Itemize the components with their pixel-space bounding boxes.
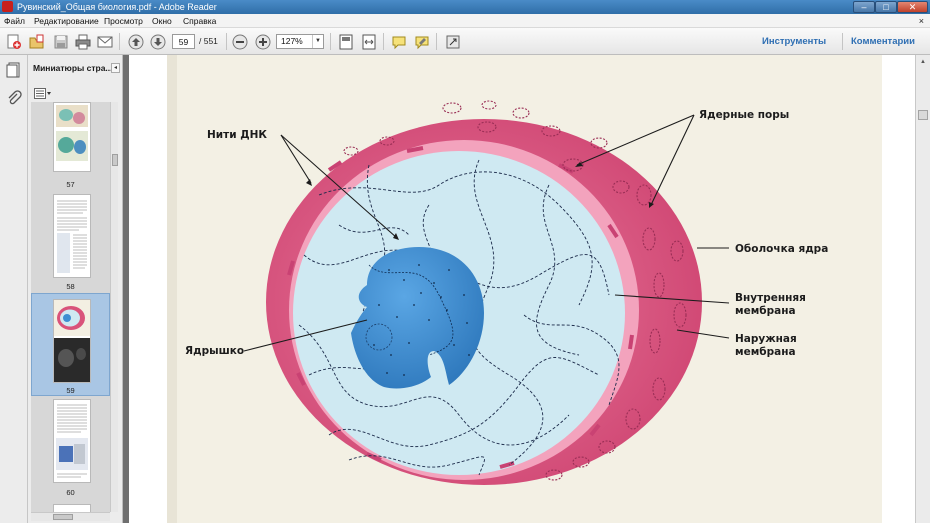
- scrollbar-thumb[interactable]: [53, 514, 73, 520]
- prev-page-icon[interactable]: [127, 33, 145, 51]
- zoom-select[interactable]: 127% ▼: [276, 34, 324, 49]
- thumbnails-scrollbar[interactable]: [110, 102, 118, 512]
- maximize-button[interactable]: □: [875, 1, 897, 13]
- document-scrollbar[interactable]: ▲: [915, 55, 930, 523]
- menu-edit[interactable]: Редактирование: [34, 14, 99, 28]
- label-inner-membrane-1: Внутренняя: [735, 292, 806, 304]
- chevron-down-icon[interactable]: ▼: [312, 35, 323, 48]
- toolbar-separator: [119, 33, 120, 50]
- open-icon[interactable]: [28, 33, 46, 51]
- menu-help[interactable]: Справка: [183, 14, 216, 28]
- highlight-icon[interactable]: [413, 33, 431, 51]
- adobe-reader-icon: [2, 1, 13, 12]
- toolbar-separator: [226, 33, 227, 50]
- thumbnail-page-59[interactable]: [53, 299, 91, 383]
- navigation-strip: [0, 55, 28, 523]
- label-outer-membrane-2: мембрана: [735, 346, 796, 358]
- label-dna-threads: Нити ДНК: [207, 129, 267, 141]
- thumbnail-label-58: 58: [66, 282, 75, 291]
- thumbnail-list: 57 58 59 60: [31, 102, 110, 512]
- pdf-page: Нити ДНК Ядерные поры Оболочка ядра Внут…: [129, 55, 915, 523]
- next-page-icon[interactable]: [149, 33, 167, 51]
- attachments-icon[interactable]: [6, 90, 22, 106]
- toolbar-separator: [330, 33, 331, 50]
- menu-bar: Файл Редактирование Просмотр Окно Справк…: [0, 14, 930, 28]
- label-nuclear-envelope: Оболочка ядра: [735, 243, 828, 255]
- label-nucleolus: Ядрышко: [185, 345, 244, 357]
- page-thumbnails-icon[interactable]: [6, 62, 22, 78]
- scrollbar-thumb[interactable]: [112, 154, 118, 166]
- label-inner-membrane-2: мембрана: [735, 305, 796, 317]
- menu-window[interactable]: Окно: [152, 14, 172, 28]
- page-number-input[interactable]: [172, 34, 195, 49]
- adobe-reader-window: Рувинский_Общая биология.pdf - Adobe Rea…: [0, 0, 930, 523]
- label-outer-membrane-1: Наружная: [735, 333, 797, 345]
- document-view[interactable]: Нити ДНК Ядерные поры Оболочка ядра Внут…: [124, 55, 915, 523]
- zoom-value: 127%: [281, 36, 303, 46]
- tools-panel-link[interactable]: Инструменты: [762, 34, 826, 49]
- collapse-panel-icon[interactable]: ◂: [111, 63, 120, 73]
- toolbar-separator: [383, 33, 384, 50]
- thumbnails-panel: Миниатюры стра... ◂ 57 58 59 60: [28, 55, 123, 523]
- thumbnail-page-60[interactable]: [53, 399, 91, 483]
- page-edge-shadow: [167, 55, 177, 523]
- minimize-button[interactable]: –: [853, 1, 875, 13]
- fit-page-icon[interactable]: [337, 33, 355, 51]
- thumbnail-page-58[interactable]: [53, 194, 91, 278]
- close-button[interactable]: ✕: [897, 1, 928, 13]
- label-nuclear-pores: Ядерные поры: [699, 109, 789, 121]
- email-icon[interactable]: [96, 33, 114, 51]
- toolbar: / 551 127% ▼ Инструменты: [0, 28, 930, 55]
- fit-width-icon[interactable]: [360, 33, 378, 51]
- thumbnail-page-57[interactable]: [53, 102, 91, 172]
- comment-icon[interactable]: [390, 33, 408, 51]
- cell-nucleus-diagram: Нити ДНК Ядерные поры Оболочка ядра Внут…: [167, 55, 882, 523]
- thumbnail-page-61[interactable]: [53, 504, 91, 512]
- thumbnail-label-60: 60: [66, 488, 75, 497]
- scrollbar-thumb[interactable]: [918, 110, 928, 120]
- thumbnail-options-icon[interactable]: [34, 86, 52, 99]
- title-bar: Рувинский_Общая биология.pdf - Adobe Rea…: [0, 0, 930, 14]
- menu-file[interactable]: Файл: [4, 14, 25, 28]
- window-title: Рувинский_Общая биология.pdf - Adobe Rea…: [17, 2, 217, 12]
- document-close-icon[interactable]: ×: [919, 14, 924, 28]
- thumbnail-label-57: 57: [66, 180, 75, 189]
- zoom-in-icon[interactable]: [254, 33, 272, 51]
- thumbnail-label-59: 59: [66, 386, 75, 395]
- thumbnails-horizontal-scrollbar[interactable]: [31, 512, 110, 521]
- save-icon[interactable]: [52, 33, 70, 51]
- panel-title: Миниатюры стра...: [33, 63, 113, 73]
- toolbar-separator: [842, 33, 843, 50]
- menu-view[interactable]: Просмотр: [104, 14, 143, 28]
- toolbar-separator: [436, 33, 437, 50]
- scroll-up-icon[interactable]: ▲: [918, 57, 928, 67]
- comments-panel-link[interactable]: Комментарии: [851, 34, 915, 49]
- page-total: / 551: [199, 36, 218, 46]
- zoom-out-icon[interactable]: [231, 33, 249, 51]
- print-icon[interactable]: [74, 33, 92, 51]
- create-pdf-icon[interactable]: [5, 33, 23, 51]
- expand-icon[interactable]: [444, 33, 462, 51]
